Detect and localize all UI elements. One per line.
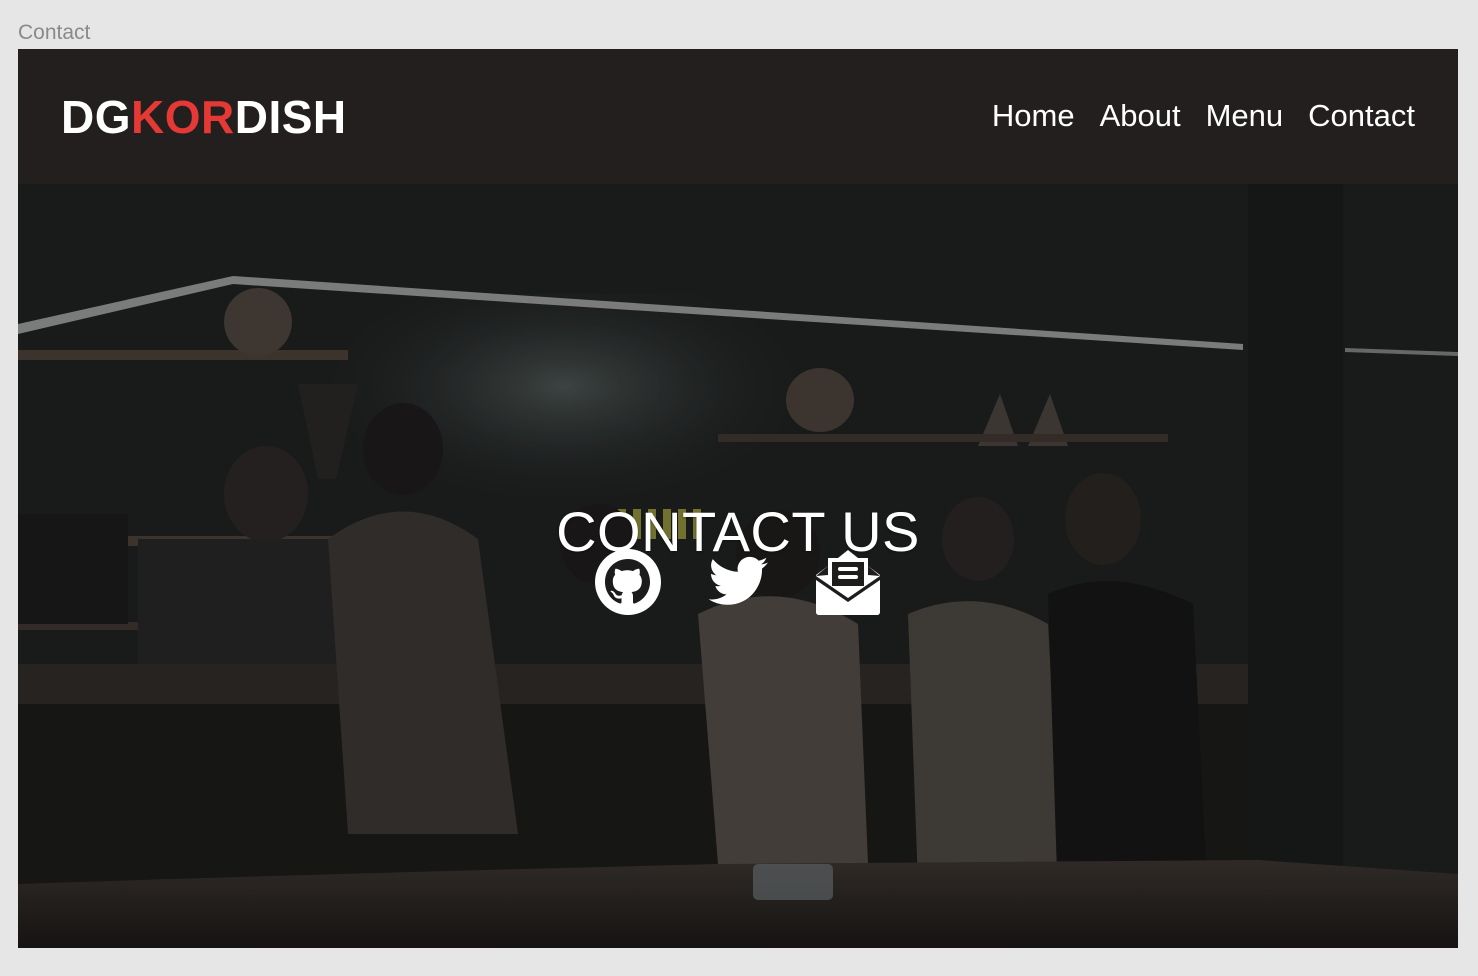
brand-logo-part-kor: KOR — [131, 91, 235, 143]
brand-logo-part-dg: DG — [61, 91, 131, 143]
contact-page: DGKORDISH Home About Menu Contact CONTAC… — [18, 49, 1458, 948]
main-nav: Home About Menu Contact — [992, 97, 1415, 135]
navbar: DGKORDISH Home About Menu Contact — [18, 49, 1458, 184]
nav-link-home[interactable]: Home — [992, 97, 1075, 135]
frame-label: Contact — [18, 21, 91, 44]
twitter-icon[interactable] — [702, 546, 774, 618]
brand-logo[interactable]: DGKORDISH — [61, 91, 347, 143]
nav-link-menu[interactable]: Menu — [1206, 97, 1284, 135]
nav-link-about[interactable]: About — [1100, 97, 1181, 135]
nav-link-contact[interactable]: Contact — [1308, 97, 1415, 135]
social-links — [18, 546, 1458, 618]
brand-logo-part-dish: DISH — [234, 91, 347, 143]
github-icon[interactable] — [592, 546, 664, 618]
hero-section: CONTACT US — [18, 184, 1458, 948]
open-mail-icon[interactable] — [812, 546, 884, 618]
